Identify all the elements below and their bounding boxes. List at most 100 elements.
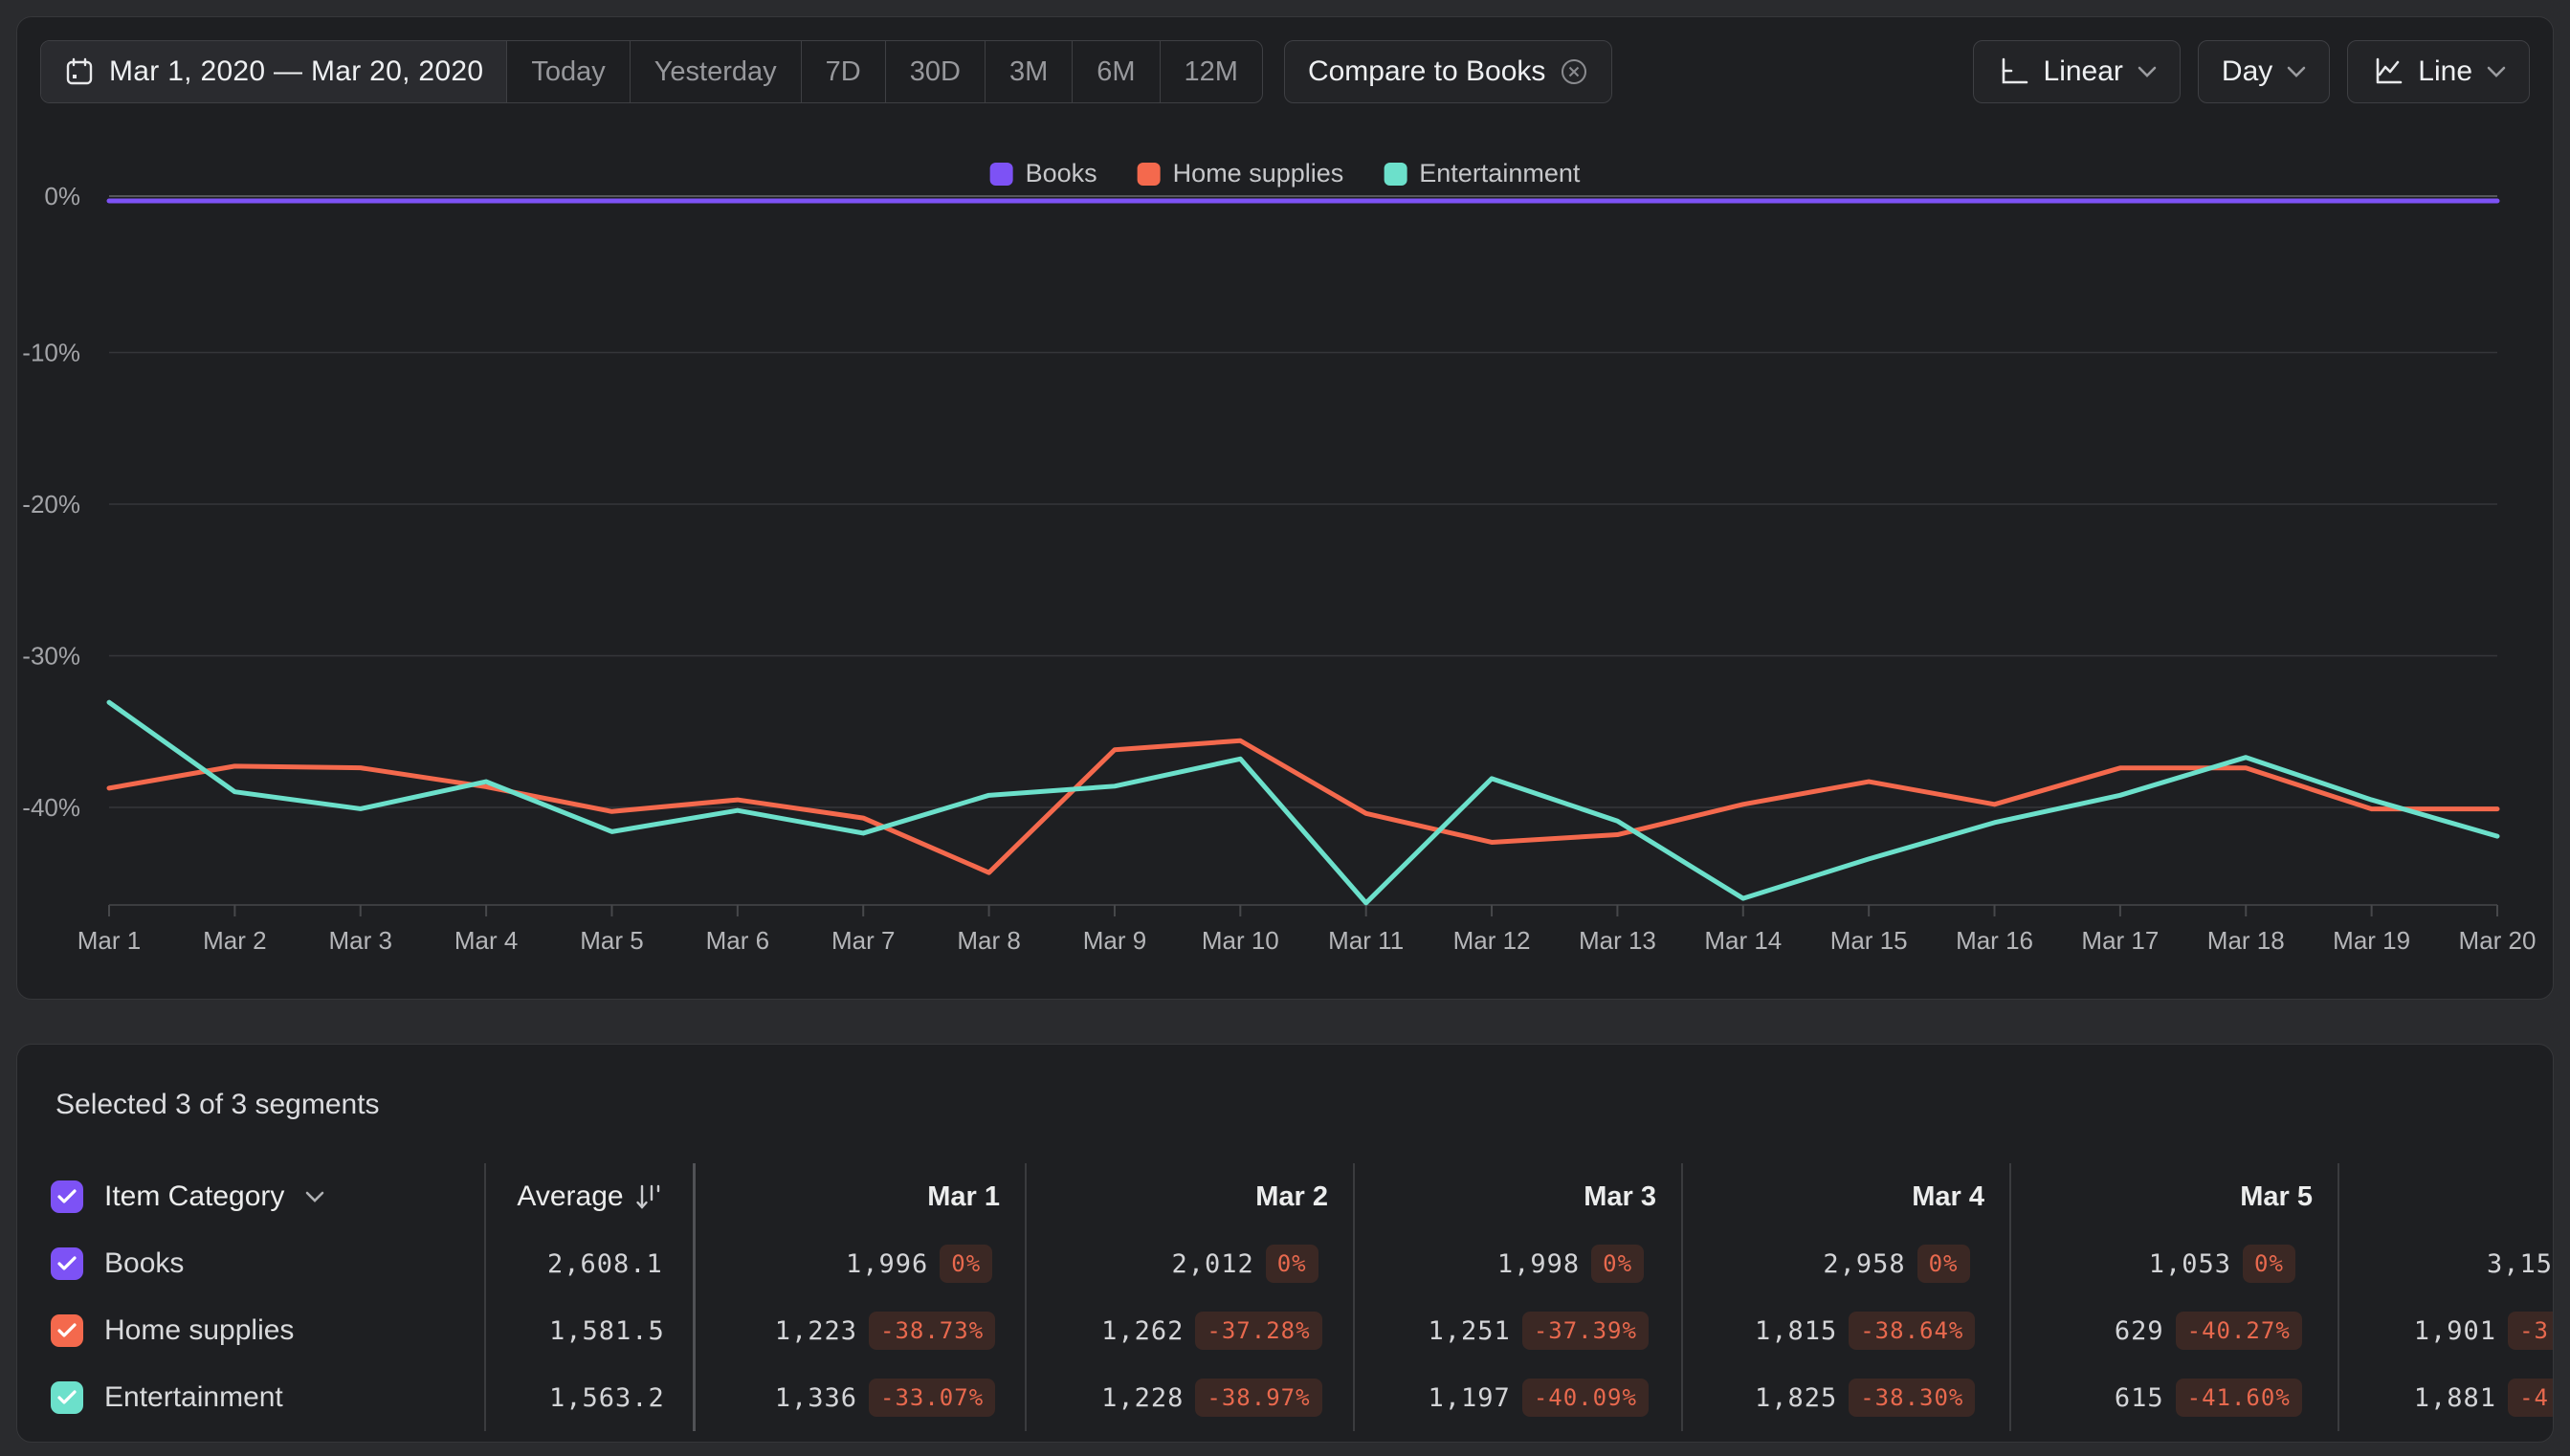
pct-badge: 0%	[940, 1245, 993, 1283]
granularity-dropdown[interactable]: Day	[2197, 40, 2331, 103]
pct-badge: -38.30%	[1849, 1379, 1976, 1417]
column-divider	[1353, 1163, 1355, 1431]
legend-item-entertainment[interactable]: Entertainment	[1384, 159, 1580, 188]
quick-range-6m[interactable]: 6M	[1073, 41, 1161, 102]
x-axis-label: Mar 17	[2081, 926, 2159, 955]
x-axis-label: Mar 1	[78, 926, 141, 955]
date-range-label: Mar 1, 2020 — Mar 20, 2020	[109, 55, 484, 87]
pct-badge: -37.39%	[1521, 1312, 1649, 1350]
chevron-down-icon	[2487, 66, 2506, 77]
row-checkbox[interactable]	[51, 1314, 83, 1347]
column-divider-thick	[693, 1163, 696, 1431]
x-axis-label: Mar 6	[706, 926, 769, 955]
cell-value: 1,228	[1101, 1382, 1185, 1413]
pct-badge-clipped: -4	[2508, 1379, 2553, 1417]
y-axis-label: 0%	[44, 182, 80, 210]
average-header-cell[interactable]: Average	[484, 1163, 693, 1230]
x-axis-label: Mar 14	[1704, 926, 1782, 955]
check-icon	[57, 1189, 77, 1203]
remove-compare-icon[interactable]	[1560, 57, 1588, 86]
chevron-down-icon	[2287, 66, 2306, 77]
row-label: Home supplies	[104, 1314, 295, 1346]
date-header-cell: Mar 1	[927, 1180, 1000, 1212]
y-axis-label: -20%	[22, 490, 80, 518]
legend-item-books[interactable]: Books	[989, 159, 1097, 188]
calendar-icon	[64, 56, 95, 87]
cell-value: 1,825	[1754, 1382, 1838, 1413]
quick-range-yesterday[interactable]: Yesterday	[631, 41, 802, 102]
x-axis-label: Mar 7	[831, 926, 895, 955]
cell-value-clipped: 1,881	[2413, 1382, 2497, 1413]
table-header-row: Item Category Average Mar 1 Mar 2 Mar 3 …	[17, 1163, 2553, 1230]
table-row-books: Books 2,608.1 1,996 0% 2,012 0% 1,998 0% 2,…	[17, 1230, 2553, 1297]
compare-pill[interactable]: Compare to Books	[1283, 40, 1613, 103]
cell-value: 1,197	[1428, 1382, 1511, 1413]
cell-value: 1,998	[1496, 1248, 1581, 1279]
table-title: Selected 3 of 3 segments	[55, 1089, 380, 1120]
cell-value: 1,262	[1101, 1315, 1185, 1346]
x-axis-label: Mar 16	[1956, 926, 2033, 955]
category-header-cell[interactable]: Item Category	[17, 1163, 484, 1230]
app: Mar 1, 2020 — Mar 20, 2020 Today Yesterd…	[0, 0, 2570, 1456]
x-axis-label: Mar 11	[1328, 926, 1404, 955]
quick-range-3m[interactable]: 3M	[986, 41, 1074, 102]
chart-type-dropdown[interactable]: Line	[2347, 40, 2530, 103]
toolbar-right: Linear Day Line	[1972, 40, 2530, 103]
series-line-entertainment	[106, 699, 2500, 906]
quick-range-7d[interactable]: 7D	[802, 41, 886, 102]
legend-label: Books	[1025, 159, 1097, 188]
chevron-down-icon	[306, 1191, 324, 1202]
pct-badge: 0%	[1591, 1245, 1645, 1283]
pct-badge: -41.60%	[2175, 1379, 2302, 1417]
x-axis-label: Mar 15	[1830, 926, 1908, 955]
chart-panel: Mar 1, 2020 — Mar 20, 2020 Today Yesterd…	[16, 16, 2554, 1000]
average-value: 1,563.2	[548, 1382, 665, 1413]
quick-range-12m[interactable]: 12M	[1161, 41, 1262, 102]
row-checkbox[interactable]	[51, 1381, 83, 1414]
average-header-label: Average	[517, 1180, 624, 1212]
entertainment-swatch	[1384, 162, 1407, 186]
date-range-group: Mar 1, 2020 — Mar 20, 2020 Today Yesterd…	[40, 40, 1263, 103]
toolbar: Mar 1, 2020 — Mar 20, 2020 Today Yesterd…	[40, 40, 2530, 103]
pct-badge: 0%	[1916, 1245, 1970, 1283]
check-icon	[57, 1323, 77, 1337]
legend-label: Home supplies	[1172, 159, 1344, 188]
pct-badge-clipped: -3	[2508, 1312, 2553, 1350]
cell-value-clipped: 3,15	[2486, 1248, 2553, 1279]
pct-badge: 0%	[1265, 1245, 1318, 1283]
cell-value: 1,251	[1428, 1315, 1511, 1346]
scale-label: Linear	[2043, 55, 2123, 87]
cell-value: 1,053	[2148, 1248, 2232, 1279]
x-axis-label: Mar 20	[2459, 926, 2537, 955]
row-label: Entertainment	[104, 1381, 283, 1413]
line-chart-icon	[2371, 55, 2404, 88]
column-divider	[1025, 1163, 1027, 1431]
y-axis-label: -30%	[22, 642, 80, 671]
average-value: 2,608.1	[547, 1248, 663, 1279]
x-axis-label: Mar 12	[1453, 926, 1531, 955]
select-all-checkbox[interactable]	[51, 1180, 83, 1213]
table-panel: Selected 3 of 3 segments Item Category A…	[16, 1044, 2554, 1443]
quick-range-today[interactable]: Today	[507, 41, 631, 102]
pct-badge: -40.09%	[1521, 1379, 1649, 1417]
table-row-home-supplies: Home supplies 1,581.5 1,223 -38.73% 1,262…	[17, 1297, 2553, 1364]
books-swatch	[989, 162, 1013, 186]
series-line-home-supplies	[106, 738, 2500, 875]
date-header-cell: Mar 5	[2240, 1180, 2313, 1212]
cell-value: 1,336	[774, 1382, 857, 1413]
x-axis-label: Mar 5	[580, 926, 643, 955]
column-divider	[2009, 1163, 2011, 1431]
quick-range-30d[interactable]: 30D	[886, 41, 986, 102]
category-header-label: Item Category	[104, 1180, 285, 1212]
pct-badge: -40.27%	[2175, 1312, 2302, 1350]
check-icon	[57, 1256, 77, 1270]
row-checkbox[interactable]	[51, 1247, 83, 1280]
check-icon	[57, 1390, 77, 1404]
date-range-button[interactable]: Mar 1, 2020 — Mar 20, 2020	[41, 41, 508, 102]
toolbar-left: Mar 1, 2020 — Mar 20, 2020 Today Yesterd…	[40, 40, 1613, 103]
chart-type-label: Line	[2418, 55, 2472, 87]
legend-item-home-supplies[interactable]: Home supplies	[1137, 159, 1344, 188]
pct-badge: -38.64%	[1849, 1312, 1976, 1350]
scale-dropdown[interactable]: Linear	[1972, 40, 2181, 103]
table-row-entertainment: Entertainment 1,563.2 1,336 -33.07% 1,228…	[17, 1364, 2553, 1431]
